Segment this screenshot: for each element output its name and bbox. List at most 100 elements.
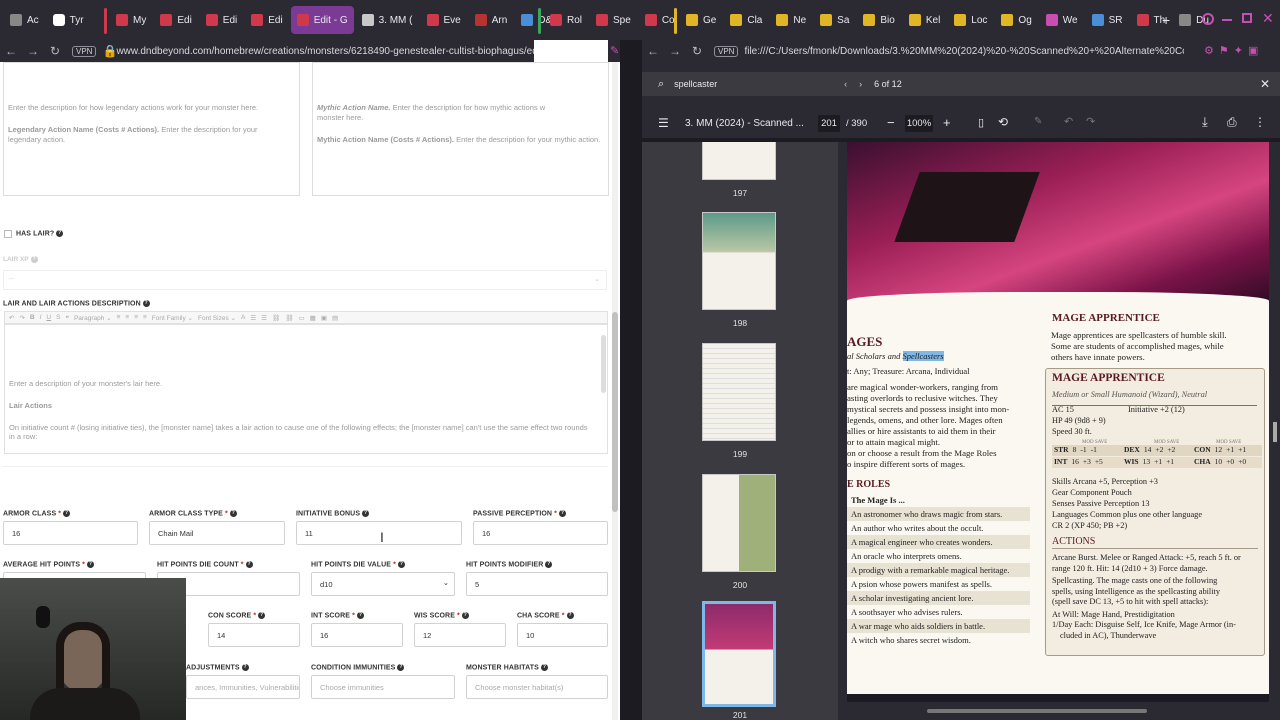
tab[interactable]: Bio xyxy=(857,6,900,34)
more-options-icon[interactable]: ⋮ xyxy=(1254,115,1266,129)
split-divider[interactable] xyxy=(620,40,642,720)
annotate-icon[interactable]: ✎ xyxy=(1034,116,1042,127)
tab[interactable]: SR xyxy=(1086,6,1129,34)
align-justify-icon[interactable]: ≡ xyxy=(143,314,147,321)
thumbnail-page-current[interactable] xyxy=(702,601,776,707)
tab[interactable]: Rol xyxy=(544,6,588,34)
table-icon[interactable]: ▦ xyxy=(310,314,316,322)
help-icon[interactable]: ? xyxy=(558,510,566,517)
close-find-icon[interactable]: ✕ xyxy=(1260,77,1270,91)
tab[interactable]: Eve xyxy=(421,6,467,34)
wis-score-input[interactable]: 12 xyxy=(414,623,506,647)
help-icon[interactable]: ? xyxy=(461,612,469,619)
hp-modifier-input[interactable]: 5 xyxy=(466,572,608,596)
tab[interactable]: Sa xyxy=(814,6,855,34)
print-icon[interactable]: ⎙ xyxy=(1227,115,1237,130)
con-score-input[interactable]: 14 xyxy=(208,623,300,647)
fit-page-icon[interactable]: ▯ xyxy=(978,116,984,129)
rotate-icon[interactable]: ⟲ xyxy=(998,115,1008,129)
scrollbar-thumb[interactable] xyxy=(612,312,618,512)
pdf-horizontal-scrollbar[interactable] xyxy=(847,702,1269,720)
pdf-vertical-scrollbar[interactable] xyxy=(1269,142,1280,720)
quote-icon[interactable]: ❝ xyxy=(65,314,69,322)
zoom-in-icon[interactable]: + xyxy=(943,115,951,130)
undo-icon[interactable]: ↶ xyxy=(9,314,14,322)
help-icon[interactable]: ? xyxy=(566,612,574,619)
thumbnail-page[interactable] xyxy=(702,343,776,441)
tab[interactable]: Tyr xyxy=(47,6,90,34)
tab[interactable]: 3. MM ( xyxy=(356,6,419,34)
unlink-icon[interactable]: ⛓ xyxy=(285,314,293,322)
tab[interactable]: Cla xyxy=(724,6,768,34)
help-icon[interactable]: ? xyxy=(545,561,553,568)
underline-icon[interactable]: U xyxy=(46,314,51,321)
find-input[interactable]: spellcaster xyxy=(674,79,844,89)
lair-description-editor[interactable]: Enter a description of your monster's la… xyxy=(4,324,608,454)
legendary-actions-editor[interactable]: Enter the description for how legendary … xyxy=(3,62,300,196)
url-text[interactable]: file:///C:/Users/fmonk/Downloads/3.%20MM… xyxy=(744,46,1184,57)
adjustments-input[interactable]: ances, Immunities, Vulnerabilities, etc. xyxy=(186,675,300,699)
help-icon[interactable]: ? xyxy=(540,664,548,671)
armor-class-input[interactable]: 16 xyxy=(3,521,138,545)
forward-icon[interactable]: → xyxy=(22,44,44,58)
help-icon[interactable]: ? xyxy=(30,256,38,263)
editor-scrollbar[interactable] xyxy=(601,335,606,393)
tab[interactable]: Arn xyxy=(469,6,514,34)
hp-die-value-select[interactable]: d10 ⌄ xyxy=(311,572,455,596)
undo-icon[interactable]: ↶ xyxy=(1064,115,1073,128)
align-left-icon[interactable]: ≡ xyxy=(117,314,121,321)
tab-active[interactable]: Edit - G xyxy=(290,6,354,34)
close-icon[interactable]: ✕ xyxy=(1262,10,1274,27)
habitats-select[interactable]: Choose monster habitat(s) xyxy=(466,675,608,699)
strike-icon[interactable]: S xyxy=(56,314,60,321)
vpn-badge[interactable]: VPN xyxy=(72,45,97,57)
back-icon[interactable]: ← xyxy=(0,44,22,58)
tab[interactable]: We xyxy=(1040,6,1084,34)
help-icon[interactable]: ? xyxy=(397,664,405,671)
align-center-icon[interactable]: ≡ xyxy=(125,314,129,321)
reload-icon[interactable]: ↻ xyxy=(686,44,708,58)
help-icon[interactable]: ? xyxy=(142,300,150,307)
italic-icon[interactable]: I xyxy=(40,314,42,321)
initiative-bonus-input[interactable]: 11 xyxy=(296,521,462,545)
tab[interactable]: Spe xyxy=(590,6,637,34)
extension-icons[interactable]: ⚙⚑✦▣ xyxy=(1204,44,1263,57)
tab[interactable]: Edi xyxy=(200,6,243,34)
reload-icon[interactable]: ↻ xyxy=(44,44,66,58)
font-size-select[interactable]: Font Sizes ⌄ xyxy=(198,314,236,322)
tab[interactable]: Edi xyxy=(245,6,288,34)
int-score-input[interactable]: 16 xyxy=(311,623,403,647)
help-icon[interactable]: ? xyxy=(397,561,405,568)
page-number-input[interactable]: 201 xyxy=(818,115,840,132)
condition-immunities-select[interactable]: Choose immunities xyxy=(311,675,455,699)
help-icon[interactable]: ? xyxy=(245,561,253,568)
help-icon[interactable]: ? xyxy=(229,510,237,517)
scrollbar-thumb[interactable] xyxy=(1273,422,1277,442)
minimize-icon[interactable] xyxy=(1222,19,1232,21)
maximize-icon[interactable] xyxy=(1242,13,1252,23)
help-icon[interactable]: ? xyxy=(362,510,370,517)
tab[interactable]: My xyxy=(110,6,152,34)
bold-icon[interactable]: B xyxy=(30,314,35,321)
text-color-icon[interactable]: A xyxy=(241,314,245,321)
help-icon[interactable]: ? xyxy=(63,510,71,517)
redo-icon[interactable]: ↷ xyxy=(1086,115,1095,128)
next-match-icon[interactable]: › xyxy=(859,79,862,89)
thumbnail-page[interactable] xyxy=(702,474,776,572)
new-tab-button[interactable]: + xyxy=(1162,12,1170,28)
help-icon[interactable]: ? xyxy=(356,612,364,619)
bullet-list-icon[interactable]: ☰ xyxy=(250,314,256,322)
armor-class-type-input[interactable]: Chain Mail xyxy=(149,521,285,545)
help-icon[interactable]: ? xyxy=(56,230,64,237)
thumbnail-page[interactable] xyxy=(702,142,776,180)
help-icon[interactable]: ? xyxy=(87,561,94,568)
tab[interactable]: Ge xyxy=(680,6,722,34)
image-icon[interactable]: ▭ xyxy=(299,314,305,322)
thumbnail-page[interactable] xyxy=(702,212,776,310)
code-icon[interactable]: ▤ xyxy=(332,314,338,322)
passive-perception-input[interactable]: 16 xyxy=(473,521,608,545)
previous-match-icon[interactable]: ‹ xyxy=(844,79,847,89)
scrollbar-thumb[interactable] xyxy=(927,709,1147,713)
tab[interactable]: Ac xyxy=(4,6,45,34)
back-icon[interactable]: ← xyxy=(642,44,664,58)
